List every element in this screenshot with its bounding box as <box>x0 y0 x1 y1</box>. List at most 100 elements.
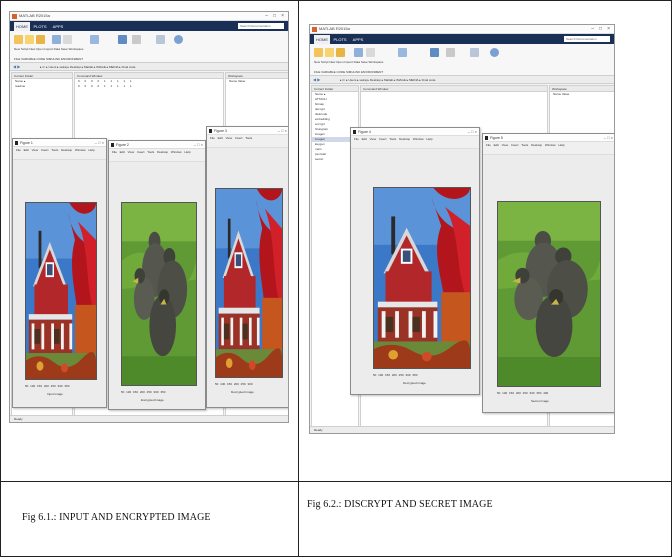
matlab-window-title: MATLAB R2015a <box>19 13 50 18</box>
figure-icon <box>485 136 488 140</box>
save-workspace-icon[interactable] <box>63 35 72 44</box>
figure-canvas: 50 100 150 200 250 300 350 Decrypted Ima… <box>351 149 479 394</box>
ribbon-section-labels: FILE VARIABLE CODE SIMULINK ENVIRONMENT <box>14 57 84 61</box>
x-axis-ticks: 50 100 150 200 250 300 <box>215 382 253 386</box>
simulink-icon[interactable] <box>118 35 127 44</box>
close-icon[interactable]: – □ × <box>95 139 104 147</box>
figure-icon <box>111 143 114 147</box>
x-axis-ticks: 50 100 150 200 250 300 350 400 <box>497 391 549 395</box>
figure-toolbar[interactable] <box>207 141 288 154</box>
open-icon[interactable] <box>36 35 45 44</box>
tab-home[interactable]: HOME <box>14 22 30 31</box>
tab-plots[interactable]: PLOTS <box>332 35 348 44</box>
new-script-icon[interactable] <box>314 48 323 57</box>
secret-image <box>497 201 601 387</box>
ribbon-toolbar: New Script New Open Import Data Save Wor… <box>10 31 288 63</box>
figure-window-2[interactable]: Figure 2– □ × File Edit View Insert Tool… <box>108 140 206 410</box>
caption-right: Fig 6.2.: DISCRYPT AND SECRET IMAGE <box>307 499 493 510</box>
figure-canvas: 50 100 150 200 250 300 350 400 Secret Im… <box>483 155 614 412</box>
tab-apps[interactable]: APPS <box>50 22 66 31</box>
figure-title: Figure 2 <box>116 143 129 147</box>
search-documentation-input[interactable]: Search Documentation <box>564 36 610 42</box>
image-label: Encrypted Image <box>141 398 164 402</box>
list-item[interactable]: readme <box>12 84 72 89</box>
maximize-icon[interactable]: □ <box>273 13 276 19</box>
analyze-code-icon[interactable] <box>398 48 407 57</box>
layout-icon[interactable] <box>132 35 141 44</box>
list-item: Name Value <box>229 79 246 83</box>
close-icon[interactable]: – □ × <box>278 127 287 135</box>
layout-icon[interactable] <box>446 48 455 57</box>
figure-window-1[interactable]: Figure 1– □ × File Edit View Insert Tool… <box>12 138 107 408</box>
search-documentation-input[interactable]: Search Documentation <box>238 23 284 29</box>
matlab-titlebar: MATLAB R2015a – □ × <box>310 25 614 34</box>
image-label: Decrypted Image <box>403 381 426 385</box>
simulink-icon[interactable] <box>430 48 439 57</box>
current-folder-bar[interactable]: ◀ ▶ ▸ C: ▸ Users ▸ sairaj ▸ Desktop ▸ Mat… <box>10 63 288 71</box>
ribbon-tabs: HOME PLOTS APPS Search Documentation <box>10 21 288 31</box>
matlab-window-title: MATLAB R2015a <box>319 26 350 31</box>
figure-title: Figure 4 <box>358 130 371 134</box>
encrypted-image <box>121 202 197 386</box>
figure-toolbar[interactable] <box>351 142 479 155</box>
maximize-icon[interactable]: □ <box>599 26 602 32</box>
matlab-logo-icon <box>312 27 317 32</box>
figure-toolbar[interactable] <box>13 153 106 166</box>
x-axis-ticks: 50 100 150 200 250 300 350 <box>25 384 70 388</box>
figure-icon <box>353 130 356 134</box>
figure-window-4[interactable]: Figure 4– □ × File Edit View Insert Tool… <box>350 127 480 395</box>
command-output: 0 0 0 0 1 1 1 1 1 <box>78 84 132 88</box>
open-icon[interactable] <box>336 48 345 57</box>
help-icon[interactable] <box>490 48 499 57</box>
preferences-icon[interactable] <box>470 48 479 57</box>
figure-toolbar[interactable] <box>109 155 205 168</box>
close-icon[interactable]: × <box>607 26 610 32</box>
back-forward-icon[interactable]: ◀ ▶ <box>13 63 20 70</box>
figure-window-5[interactable]: Figure 5– □ × File Edit View Insert Tool… <box>482 133 614 413</box>
figure-titlebar: Figure 1 – □ × <box>13 139 106 147</box>
analyze-code-icon[interactable] <box>90 35 99 44</box>
save-workspace-icon[interactable] <box>366 48 375 57</box>
close-icon[interactable]: – □ × <box>194 141 203 149</box>
back-forward-icon[interactable]: ◀ ▶ <box>313 76 320 83</box>
matlab-screenshot-right: MATLAB R2015a – □ × HOME PLOTS APPS Sear… <box>309 24 615 434</box>
tab-plots[interactable]: PLOTS <box>32 22 48 31</box>
decrypted-image <box>373 187 471 369</box>
table-column-divider <box>298 0 299 557</box>
figure-canvas: 50 100 150 200 250 300 350 Input Image <box>13 160 106 407</box>
tab-home[interactable]: HOME <box>314 35 330 44</box>
status-bar: Ready <box>310 426 614 433</box>
new-icon[interactable] <box>25 35 34 44</box>
current-folder-bar[interactable]: ◀ ▶ ▸ C: ▸ Users ▸ sairaj ▸ Desktop ▸ Mat… <box>310 76 614 84</box>
ribbon-section-labels: FILE VARIABLE CODE SIMULINK ENVIRONMENT <box>314 70 384 74</box>
close-icon[interactable]: – □ × <box>468 128 477 136</box>
list-item: Name Value <box>553 92 570 96</box>
command-window-header: Command Window <box>361 86 547 92</box>
caption-left: Fig 6.1.: INPUT AND ENCRYPTED IMAGE <box>22 512 211 523</box>
minimize-icon[interactable]: – <box>591 26 594 32</box>
close-icon[interactable]: – □ × <box>604 134 613 142</box>
figure-titlebar: Figure 2 – □ × <box>109 141 205 149</box>
input-image <box>25 202 97 380</box>
tab-apps[interactable]: APPS <box>350 35 366 44</box>
import-data-icon[interactable] <box>52 35 61 44</box>
ribbon-labels: New Script New Open Import Data Save Wor… <box>314 60 384 64</box>
figure-titlebar: Figure 5 – □ × <box>483 134 614 142</box>
figure-icon <box>209 129 212 133</box>
help-icon[interactable] <box>174 35 183 44</box>
figure-window-3[interactable]: Figure 3– □ × File Edit View Insert Tool… <box>206 126 288 408</box>
figure-title: Figure 5 <box>490 136 503 140</box>
image-label: Secret Image <box>531 399 549 403</box>
ribbon-tabs: HOME PLOTS APPS Search Documentation <box>310 34 614 44</box>
new-icon[interactable] <box>325 48 334 57</box>
new-script-icon[interactable] <box>14 35 23 44</box>
image-label: Input Image <box>47 392 63 396</box>
close-icon[interactable]: × <box>281 13 284 19</box>
figure-canvas: 50 100 150 200 250 300 Decrypted Image <box>207 148 288 407</box>
import-data-icon[interactable] <box>354 48 363 57</box>
preferences-icon[interactable] <box>156 35 165 44</box>
figure-toolbar[interactable] <box>483 148 614 161</box>
figure-title: Figure 3 <box>214 129 227 133</box>
minimize-icon[interactable]: – <box>265 13 268 19</box>
ribbon-toolbar: New Script New Open Import Data Save Wor… <box>310 44 614 76</box>
